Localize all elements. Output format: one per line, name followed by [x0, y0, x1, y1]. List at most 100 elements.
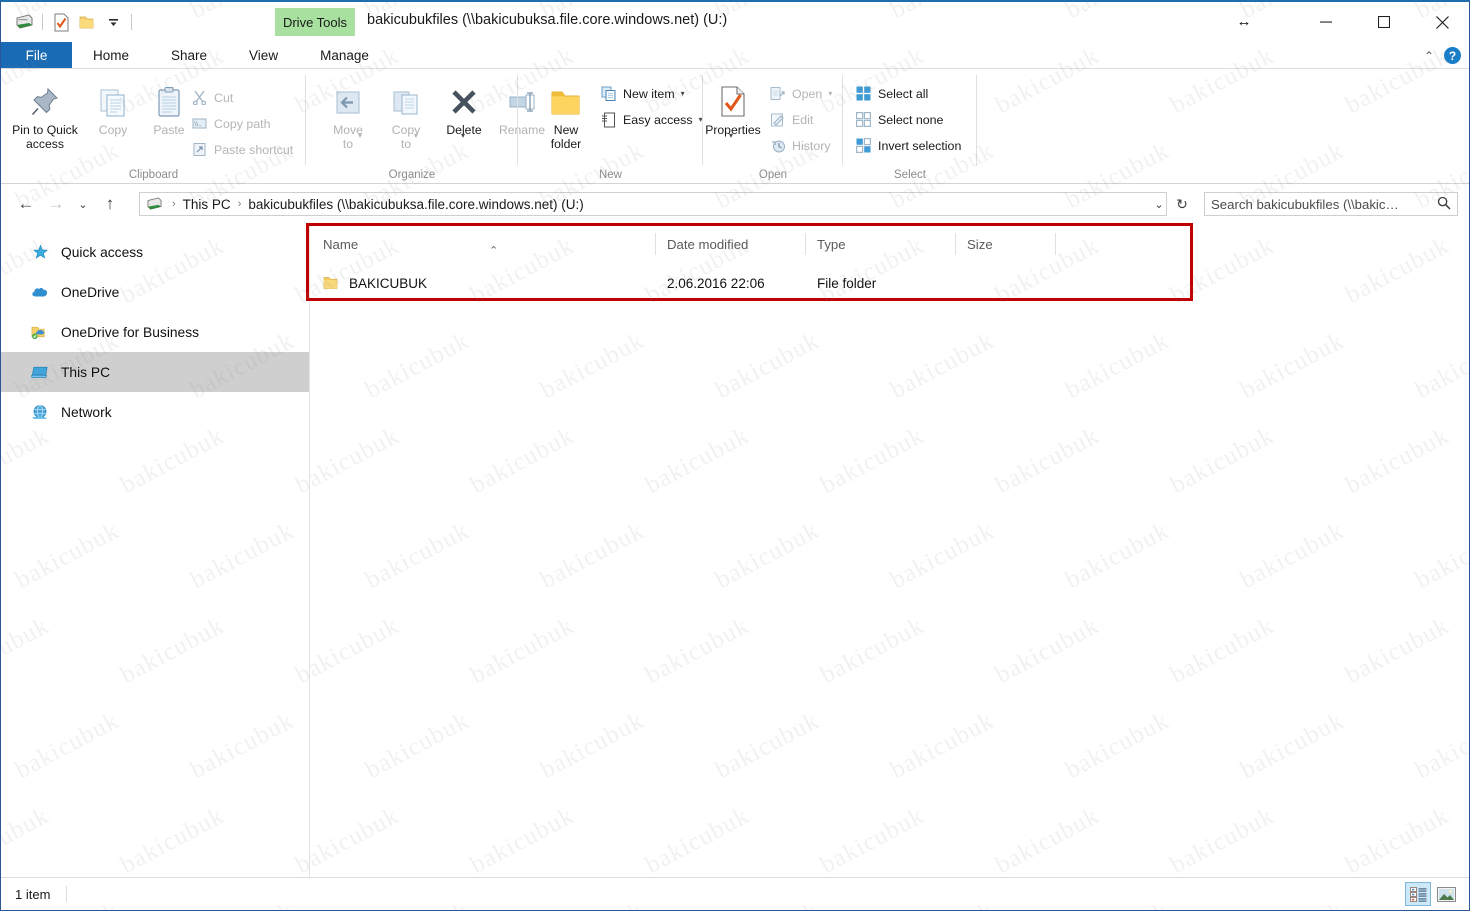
ribbon-tab-row: File Home Share View Manage	[1, 42, 1469, 69]
copy-icon	[96, 73, 130, 119]
history-label: History	[792, 138, 831, 153]
edit-button[interactable]: Edit	[769, 107, 813, 132]
refresh-button[interactable]: ↻	[1171, 192, 1193, 216]
ribbon-group-label-organize: Organize	[388, 169, 436, 181]
address-dropdown-icon[interactable]: ⌄	[1149, 192, 1169, 216]
contextual-tab-header-drive-tools[interactable]: Drive Tools	[275, 8, 355, 36]
paste-label: Paste	[153, 123, 185, 137]
properties-icon[interactable]	[48, 9, 74, 35]
close-button[interactable]	[1413, 2, 1469, 42]
edit-pencil-icon	[769, 111, 786, 128]
customize-dropdown-icon[interactable]	[100, 9, 126, 35]
large-icons-view-button[interactable]	[1433, 882, 1459, 906]
details-view-button[interactable]	[1405, 882, 1431, 906]
sidebar-item-onedrive[interactable]: OneDrive	[1, 272, 309, 312]
edit-label: Edit	[792, 112, 814, 127]
breadcrumb-separator-0[interactable]: ›	[172, 198, 176, 210]
search-icon[interactable]	[1437, 196, 1451, 213]
cell-type: File folder	[817, 275, 877, 291]
copy-label: Copy	[98, 123, 128, 137]
up-button[interactable]: ↑	[95, 190, 125, 218]
onedrive-business-icon	[31, 323, 49, 341]
sidebar-label-onedrive-for-business: OneDrive for Business	[61, 324, 200, 340]
sidebar-item-this-pc[interactable]: This PC	[1, 352, 309, 392]
move-to-caret-icon[interactable]: ▾	[358, 131, 362, 140]
pin-icon	[28, 73, 62, 119]
column-label-date-modified: Date modified	[667, 236, 749, 252]
cloud-icon	[31, 283, 49, 301]
star-icon	[31, 243, 49, 261]
table-row[interactable]: BAKICUBUK 2.06.2016 22:06 File folder	[311, 266, 1469, 300]
new-folder-icon[interactable]	[74, 9, 100, 35]
easy-access-button[interactable]: Easy access ▾	[600, 107, 703, 132]
search-placeholder: Search bakicubukfiles (\\bakic…	[1211, 196, 1399, 212]
column-label-name: Name	[323, 236, 359, 252]
cut-button[interactable]: Cut	[191, 85, 233, 110]
column-header-size[interactable]: Size	[955, 224, 1055, 264]
cut-label: Cut	[214, 90, 234, 105]
copy-path-label: Copy path	[214, 116, 271, 131]
select-all-label: Select all	[878, 86, 929, 101]
new-folder-button[interactable]: New folder	[530, 73, 602, 151]
tab-file[interactable]: File	[1, 42, 72, 68]
help-icon[interactable]: ?	[1444, 47, 1461, 64]
properties-button[interactable]: Properties ▾	[697, 73, 769, 140]
pin-to-quick-access-label: Pin to Quick access	[12, 123, 78, 151]
copy-to-caret-icon[interactable]: ▾	[414, 131, 418, 140]
title-bar: Drive Tools bakicubukfiles (\\bakicubuks…	[1, 2, 1469, 42]
delete-caret-icon[interactable]: ▾	[461, 131, 465, 140]
open-icon	[769, 85, 786, 102]
breadcrumb-separator-1[interactable]: ›	[238, 198, 242, 210]
paste-shortcut-icon	[191, 141, 208, 158]
paste-icon	[152, 73, 186, 119]
address-bar-breadcrumb[interactable]: › This PC › bakicubukfiles (\\bakicubuks…	[139, 192, 1167, 216]
breadcrumb-current-drive[interactable]: bakicubukfiles (\\bakicubuksa.file.core.…	[248, 197, 583, 212]
forward-button[interactable]: →	[41, 190, 71, 218]
toolbar-divider-2	[131, 14, 132, 30]
invert-selection-icon	[855, 137, 872, 154]
properties-caret-icon[interactable]: ▾	[729, 131, 733, 140]
invert-selection-label: Invert selection	[878, 138, 962, 153]
sidebar-item-network[interactable]: Network	[1, 392, 309, 432]
window-title: bakicubukfiles (\\bakicubuksa.file.core.…	[367, 12, 728, 28]
copy-path-button[interactable]: \\.. Copy path	[191, 111, 270, 136]
back-button[interactable]: ←	[11, 190, 41, 218]
column-header-name[interactable]: Name ⌃	[311, 224, 655, 264]
history-button[interactable]: History	[769, 133, 831, 158]
breadcrumb-this-pc[interactable]: This PC	[183, 197, 231, 212]
tab-view[interactable]: View	[228, 42, 300, 68]
navigation-pane: Quick access OneDrive OneDrive for Busin…	[1, 224, 310, 880]
collapse-ribbon-icon[interactable]: ⌃	[1424, 49, 1434, 63]
column-header-extra[interactable]	[1055, 224, 1165, 264]
tab-manage[interactable]: Manage	[299, 42, 390, 68]
pin-to-quick-access-button[interactable]: Pin to Quick access	[9, 73, 81, 151]
ribbon-group-label-select: Select	[894, 169, 926, 181]
sidebar-item-quick-access[interactable]: Quick access	[1, 232, 309, 272]
open-button[interactable]: Open ▾	[769, 81, 832, 106]
tab-home[interactable]: Home	[72, 42, 151, 68]
search-input[interactable]: Search bakicubukfiles (\\bakic…	[1204, 192, 1458, 216]
recent-locations-button[interactable]: ⌄	[71, 190, 95, 218]
drive-icon[interactable]	[11, 9, 37, 35]
paste-shortcut-button[interactable]: Paste shortcut	[191, 137, 293, 162]
window-controls	[1297, 2, 1469, 42]
sidebar-item-onedrive-for-business[interactable]: OneDrive for Business	[1, 312, 309, 352]
minimize-button[interactable]	[1297, 2, 1355, 42]
column-label-type: Type	[817, 236, 846, 252]
column-header-type[interactable]: Type	[805, 224, 955, 264]
maximize-button[interactable]	[1355, 2, 1413, 42]
new-item-caret-icon[interactable]: ▾	[681, 89, 685, 98]
toolbar-divider	[42, 14, 43, 30]
file-explorer-window: Drive Tools bakicubukfiles (\\bakicubuks…	[0, 0, 1470, 911]
select-all-button[interactable]: Select all	[855, 81, 928, 106]
open-caret-icon[interactable]: ▾	[828, 89, 832, 98]
column-header-date-modified[interactable]: Date modified	[655, 224, 805, 264]
network-icon	[31, 403, 49, 421]
select-none-label: Select none	[878, 112, 944, 127]
tab-share[interactable]: Share	[150, 42, 229, 68]
new-item-button[interactable]: New item ▾	[600, 81, 685, 106]
select-none-button[interactable]: Select none	[855, 107, 943, 132]
invert-selection-button[interactable]: Invert selection	[855, 133, 961, 158]
ribbon: Pin to Quick access Copy Paste Cut \\.. …	[1, 69, 1469, 184]
easy-access-label: Easy access	[623, 112, 693, 127]
